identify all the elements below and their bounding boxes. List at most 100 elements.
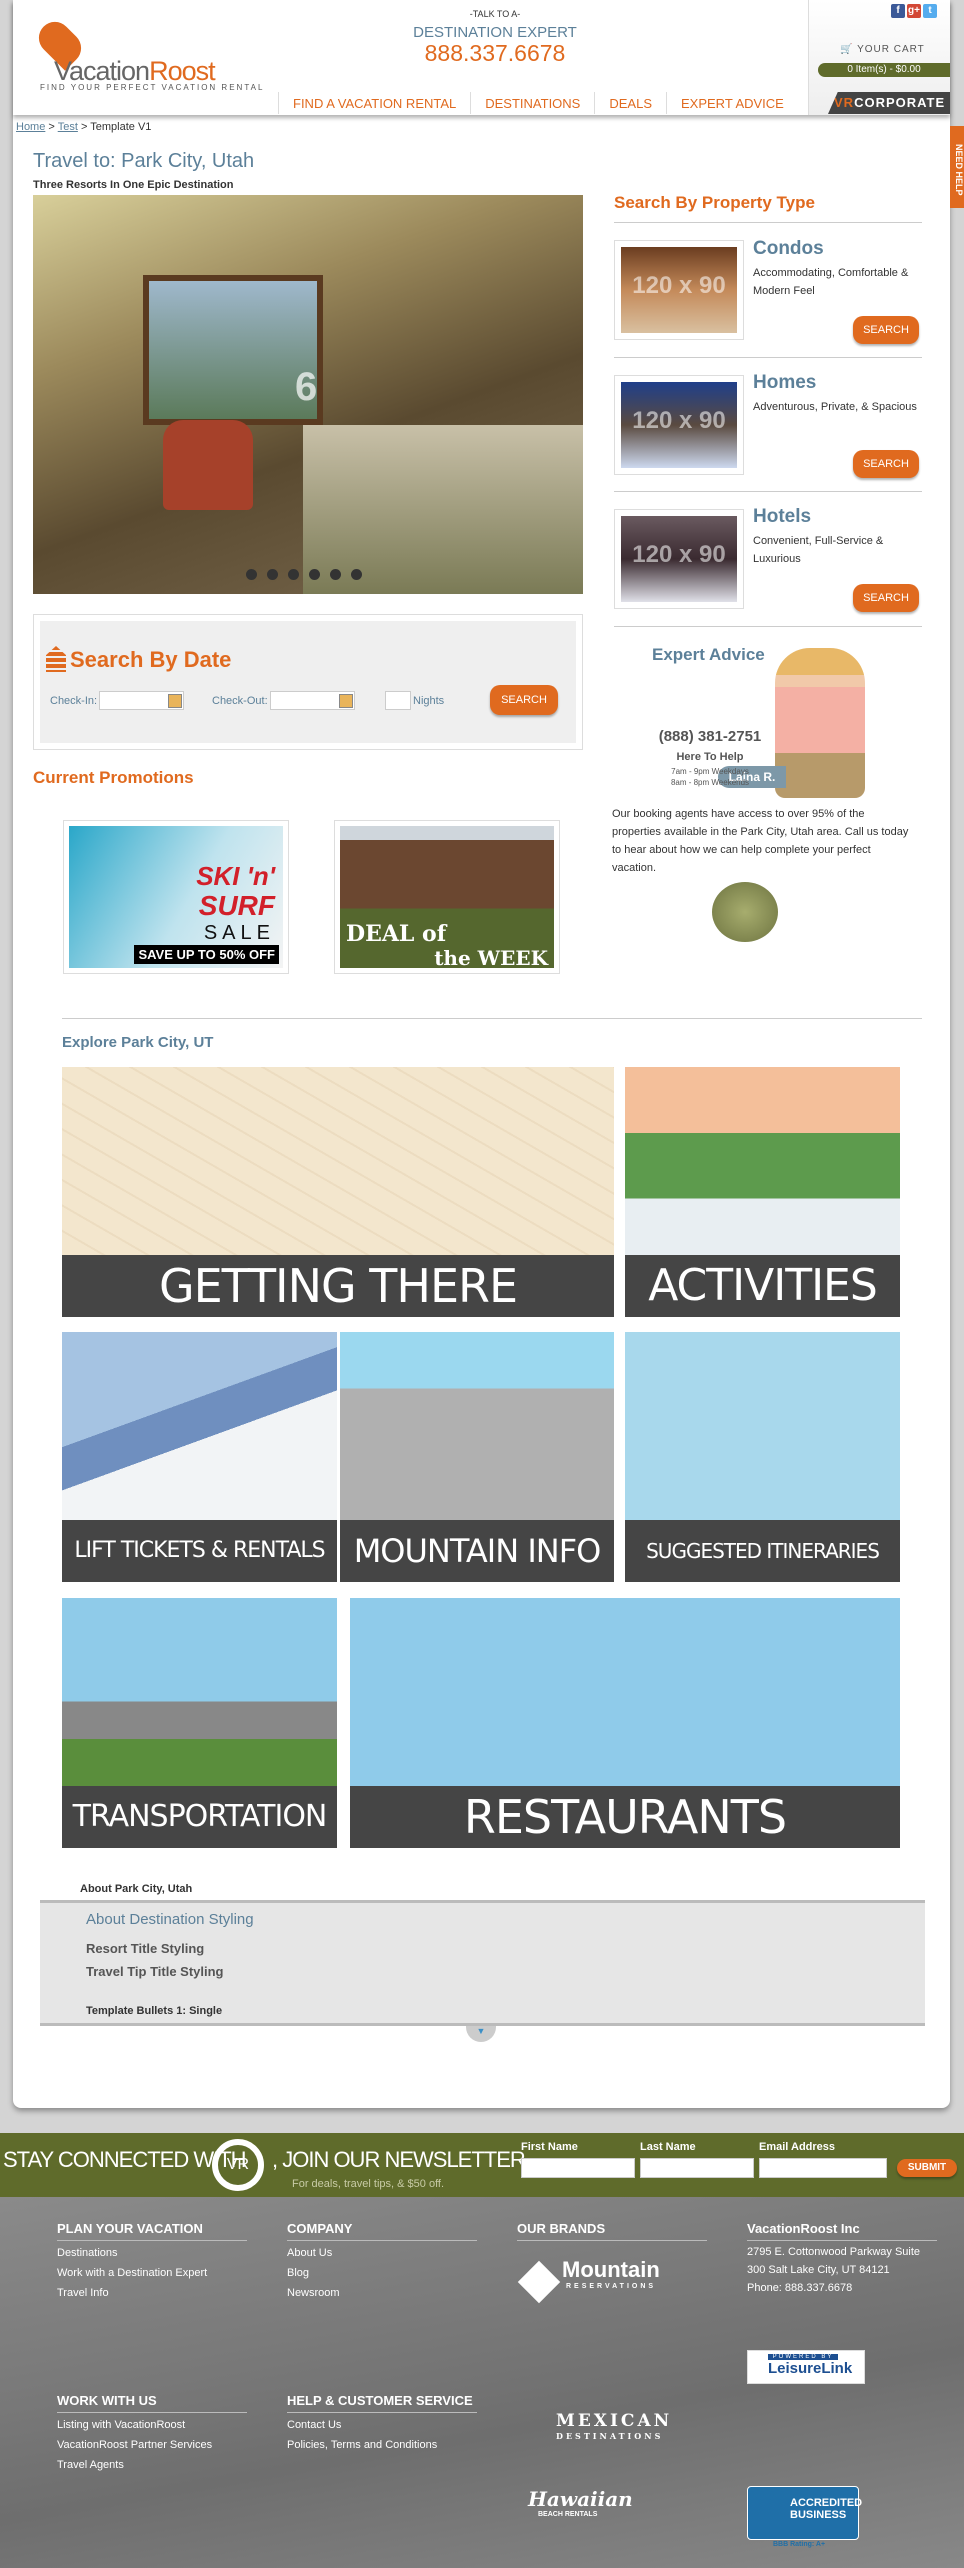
about-title: About Destination Styling (86, 1911, 254, 1928)
footer-link[interactable]: Policies, Terms and Conditions (287, 2435, 437, 2455)
hotels-search-button[interactable]: SEARCH (853, 584, 919, 612)
destination-expert-label: DESTINATION EXPERT (413, 24, 577, 41)
nav-deals[interactable]: DEALS (594, 92, 666, 114)
about-panel: About Destination Styling Resort Title S… (40, 1900, 925, 2026)
need-help-tab[interactable]: NEED HELP (950, 126, 964, 208)
google-plus-icon[interactable]: g+ (907, 4, 921, 18)
condos-desc: Accommodating, Comfortable & Modern Feel (753, 267, 909, 297)
page-title: Travel to: Park City, Utah (33, 150, 255, 172)
divider (614, 357, 922, 358)
footer-link[interactable]: Contact Us (287, 2415, 437, 2435)
expert-photo (775, 648, 865, 798)
slide-dot[interactable] (351, 569, 362, 580)
condos-title[interactable]: Condos (753, 238, 824, 260)
slide-dot[interactable] (246, 569, 257, 580)
tile-restaurants[interactable]: RESTAURANTS (350, 1598, 900, 1848)
newsletter-submit-button[interactable]: SUBMIT (897, 2159, 957, 2177)
expert-description: Our booking agents have access to over 9… (612, 808, 909, 874)
footer-link[interactable]: Newsroom (287, 2283, 340, 2303)
nights-input[interactable] (385, 691, 411, 710)
tile-lift-tickets[interactable]: LIFT TICKETS & RENTALS (62, 1332, 337, 1582)
nav-destinations[interactable]: DESTINATIONS (470, 92, 594, 114)
footer-link[interactable]: Listing with VacationRoost (57, 2415, 212, 2435)
talk-to-label: -TALK TO A- (469, 9, 521, 19)
footer-link[interactable]: Travel Info (57, 2283, 207, 2303)
calendar-icon[interactable] (338, 693, 353, 708)
property-type-heading: Search By Property Type (614, 193, 815, 212)
condos-image[interactable]: 120 x 90 (614, 240, 744, 340)
footer-link[interactable]: About Us (287, 2243, 340, 2263)
header-phone[interactable]: 888.337.6678 (270, 40, 720, 67)
bbb-accredited-badge[interactable]: ACCREDITED BUSINESS (747, 2486, 862, 2540)
breadcrumb-current: Template V1 (90, 121, 152, 133)
mexican-destinations-logo[interactable]: MEXICAN DESTINATIONS (520, 2411, 672, 2441)
hero-slideshow[interactable]: 6 (33, 195, 583, 594)
calendar-icon[interactable] (168, 693, 183, 708)
vr-logo: VR (212, 2139, 264, 2191)
breadcrumb: Home > Test > Template V1 (16, 121, 152, 133)
last-name-input[interactable] (640, 2158, 754, 2178)
tile-transportation[interactable]: TRANSPORTATION (62, 1598, 337, 1848)
tile-suggested-itineraries[interactable]: SUGGESTED ITINERARIES (625, 1332, 900, 1582)
leisurelink-logo[interactable]: POWERED BY LeisureLink (747, 2350, 865, 2384)
hotels-image[interactable]: 120 x 90 (614, 509, 744, 609)
footer-link[interactable]: Work with a Destination Expert (57, 2263, 207, 2283)
main-nav: FIND A VACATION RENTAL DESTINATIONS DEAL… (278, 92, 798, 114)
explore-heading: Explore Park City, UT (62, 1034, 214, 1051)
footer-link[interactable]: Destinations (57, 2243, 207, 2263)
tile-getting-there[interactable]: GETTING THERE (62, 1067, 614, 1317)
page-subtitle: Three Resorts In One Epic Destination (33, 179, 234, 191)
logo-tagline: FIND YOUR PERFECT VACATION RENTAL (40, 83, 265, 92)
slide-dot[interactable] (267, 569, 278, 580)
breadcrumb-test[interactable]: Test (58, 121, 78, 133)
date-search-button[interactable]: SEARCH (490, 685, 558, 715)
footer-link[interactable]: Blog (287, 2263, 340, 2283)
cart-link[interactable]: 🛒 YOUR CART (840, 44, 925, 55)
condos-search-button[interactable]: SEARCH (853, 316, 919, 344)
search-by-date-heading: Search By Date (70, 647, 232, 672)
divider (614, 222, 922, 223)
divider (62, 1018, 922, 1019)
slide-dot[interactable] (309, 569, 320, 580)
corporate-link[interactable]: VRCORPORATE (828, 92, 950, 114)
footer-link[interactable]: Travel Agents (57, 2455, 212, 2475)
breadcrumb-home[interactable]: Home (16, 121, 45, 133)
expert-phone[interactable]: (888) 381-2751 (640, 728, 780, 745)
hawaiian-beach-rentals-logo[interactable]: Hawaiian BEACH RENTALS (528, 2487, 633, 2518)
search-by-date-panel: Search By Date Check-In: Check-Out: Nigh… (33, 614, 583, 750)
homes-desc: Adventurous, Private, & Spacious (753, 401, 917, 413)
mountain-reservations-logo[interactable]: Mountain RESERVATIONS (517, 2257, 670, 2304)
footer-link[interactable]: VacationRoost Partner Services (57, 2435, 212, 2455)
tile-activities[interactable]: ACTIVITIES (625, 1067, 900, 1317)
divider (614, 626, 922, 627)
cart-summary[interactable]: 0 Item(s) - $0.00 (818, 63, 950, 77)
about-label: About Park City, Utah (80, 1883, 193, 1895)
homes-search-button[interactable]: SEARCH (853, 450, 919, 478)
expert-advice-heading: Expert Advice (652, 645, 765, 664)
facebook-icon[interactable]: f (891, 4, 905, 18)
travel-tip-title: Travel Tip Title Styling (86, 1964, 224, 1979)
hotels-desc: Convenient, Full-Service & Luxurious (753, 535, 884, 565)
nav-expert-advice[interactable]: EXPERT ADVICE (666, 92, 798, 114)
slide-dot[interactable] (330, 569, 341, 580)
homes-image[interactable]: 120 x 90 (614, 375, 744, 475)
cabin-icon (46, 646, 66, 672)
nav-find-rental[interactable]: FIND A VACATION RENTAL (278, 92, 470, 114)
twitter-icon[interactable]: t (923, 4, 937, 18)
resort-title: Resort Title Styling (86, 1941, 205, 1956)
bbb-rating: BBB Rating: A+ (773, 2541, 826, 2548)
hotels-title[interactable]: Hotels (753, 506, 811, 528)
deal-of-week-promo[interactable]: DEAL of the WEEK (334, 820, 560, 974)
slide-dot[interactable] (288, 569, 299, 580)
email-input[interactable] (759, 2158, 887, 2178)
site-footer: PLAN YOUR VACATION Destinations Work wit… (0, 2197, 964, 2568)
newsletter-bar: STAY CONNECTED WITH VR , JOIN OUR NEWSLE… (0, 2133, 964, 2197)
expert-hours: 7am - 9pm Weekdays 8am - 8pm Weekends (670, 767, 750, 787)
homes-title[interactable]: Homes (753, 372, 816, 394)
slide-number: 6 (295, 365, 318, 409)
tile-mountain-info[interactable]: MOUNTAIN INFO (340, 1332, 614, 1582)
best-rate-seal (712, 882, 778, 942)
ski-n-surf-promo[interactable]: SKI 'n' SURF SALE SAVE UP TO 50% OFF (63, 820, 289, 974)
divider (614, 491, 922, 492)
first-name-input[interactable] (521, 2158, 635, 2178)
